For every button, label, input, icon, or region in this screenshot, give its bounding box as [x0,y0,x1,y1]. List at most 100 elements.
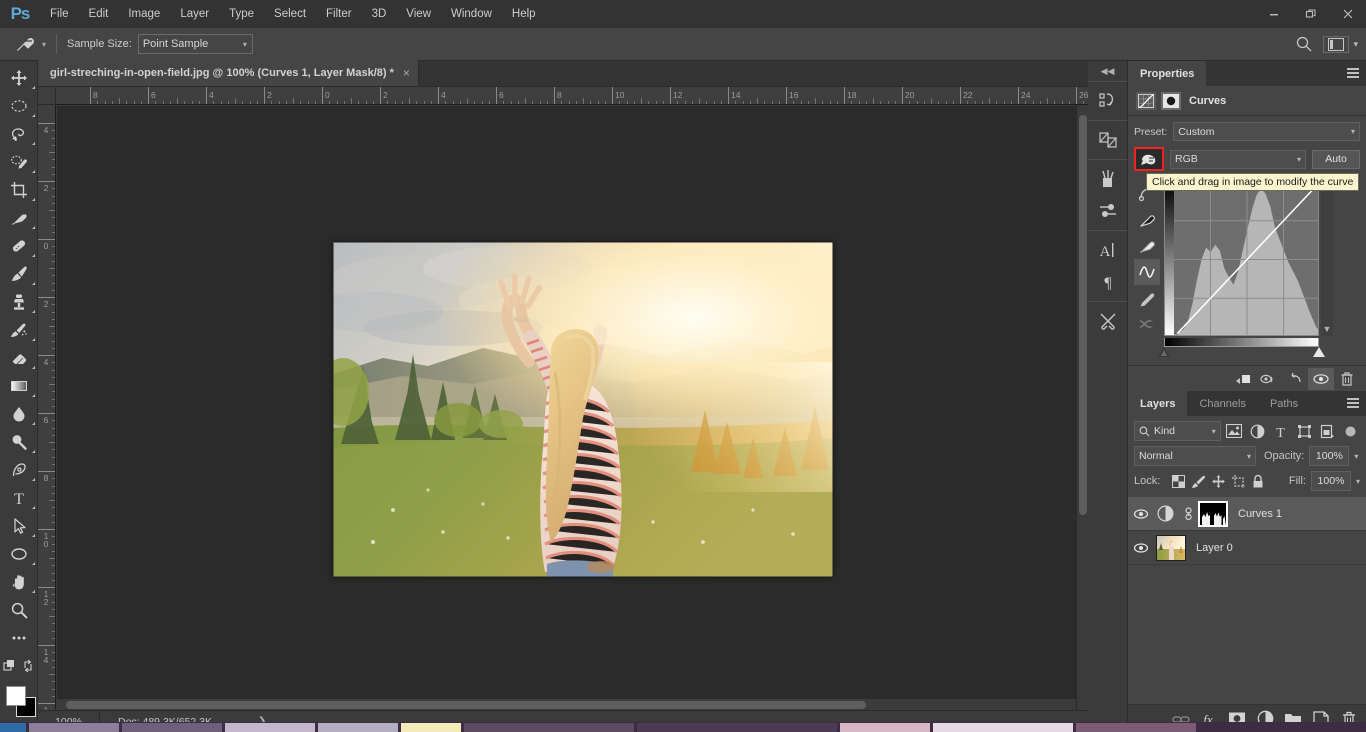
blend-mode-select[interactable]: Normal ▾ [1134,446,1256,466]
curves-adjustment-thumbnail[interactable] [1152,505,1178,522]
elliptical-marquee-tool[interactable] [0,92,38,120]
move-tool[interactable] [0,64,38,92]
canvas-vertical-scrollbar[interactable] [1076,105,1088,710]
layer-name[interactable]: Layer 0 [1196,542,1233,554]
panel-menu-icon[interactable] [1347,68,1359,78]
dodge-tool[interactable] [0,428,38,456]
brush-presets-panel-icon[interactable] [1088,163,1128,195]
quick-selection-tool[interactable] [0,148,38,176]
black-point-eyedropper[interactable] [1134,207,1160,233]
libraries-panel-icon[interactable] [1088,124,1128,156]
paragraph-panel-icon[interactable]: ¶ [1088,266,1128,298]
tool-presets-panel-icon[interactable] [1088,305,1128,337]
edit-toolbar-ellipsis-icon[interactable] [0,624,38,652]
color-swatches[interactable] [0,684,38,724]
taskbar-item[interactable] [840,722,930,732]
taskbar-start-icon[interactable] [0,722,26,732]
layer-name[interactable]: Curves 1 [1238,508,1282,520]
eyedropper-tool[interactable] [0,204,38,232]
workspace-switcher-icon[interactable] [1323,35,1350,53]
path-selection-tool[interactable] [0,512,38,540]
layer-visibility-toggle[interactable] [1130,542,1152,554]
filter-smart-objects-icon[interactable] [1318,421,1337,441]
history-brush-tool[interactable] [0,316,38,344]
curve-graph[interactable] [1164,181,1319,336]
workspace-chevron-down-icon[interactable]: ▾ [1353,39,1358,50]
scrollbar-thumb[interactable] [66,701,866,709]
lock-position-icon[interactable] [1208,471,1228,491]
toggle-layer-visibility-icon[interactable] [1308,367,1334,390]
taskbar-item[interactable] [29,722,119,732]
lock-transparent-pixels-icon[interactable] [1168,471,1188,491]
taskbar-item[interactable] [225,722,315,732]
lock-all-icon[interactable] [1248,471,1268,491]
auto-button[interactable]: Auto [1312,149,1360,169]
healing-brush-tool[interactable] [0,232,38,260]
channel-select[interactable]: RGB ▾ [1170,149,1306,169]
preset-select[interactable]: Custom ▾ [1173,122,1360,141]
tab-layers[interactable]: Layers [1128,391,1188,416]
image-canvas[interactable] [333,242,833,577]
eraser-tool[interactable] [0,344,38,372]
search-icon[interactable] [1295,35,1313,53]
document-tab[interactable]: girl-streching-in-open-field.jpg @ 100% … [38,60,419,86]
opacity-input[interactable]: 100% [1309,446,1350,466]
layer-row-curves-1[interactable]: Curves 1 [1128,497,1366,531]
layer-row-layer-0[interactable]: Layer 0 [1128,531,1366,565]
lock-image-pixels-icon[interactable] [1188,471,1208,491]
restore-icon[interactable] [1292,0,1329,28]
tab-paths[interactable]: Paths [1258,391,1310,416]
menu-image[interactable]: Image [118,0,170,28]
eyedropper-tool-icon[interactable] [10,32,40,56]
taskbar-item[interactable] [933,722,1073,732]
filter-power-toggle-icon[interactable] [1341,421,1360,441]
character-panel-icon[interactable]: A [1088,234,1128,266]
scrollbar-thumb[interactable] [1079,115,1087,515]
blur-tool[interactable] [0,400,38,428]
canvas-viewport[interactable] [57,106,1076,698]
filter-adjustment-layers-icon[interactable] [1248,421,1267,441]
delete-adjustment-icon[interactable] [1334,368,1360,390]
menu-view[interactable]: View [396,0,441,28]
mask-link-icon[interactable] [1182,506,1194,521]
filter-pixel-layers-icon[interactable] [1225,421,1244,441]
menu-help[interactable]: Help [502,0,546,28]
taskbar-item[interactable] [318,722,398,732]
taskbar-item[interactable] [401,722,461,732]
menu-layer[interactable]: Layer [170,0,219,28]
fill-chevron-down-icon[interactable]: ▾ [1356,477,1360,486]
horizontal-ruler[interactable]: 8 6 4 2 0 2 4 6 8 10 12 14 16 18 20 22 24 26 [56,87,1088,105]
opacity-chevron-down-icon[interactable]: ▾ [1354,452,1358,461]
reset-adjustment-icon[interactable] [1282,368,1308,390]
history-panel-icon[interactable] [1088,85,1128,117]
menu-3d[interactable]: 3D [362,0,397,28]
close-icon[interactable]: × [403,66,410,80]
canvas-horizontal-scrollbar[interactable] [56,698,1076,710]
type-tool[interactable]: T [0,484,38,512]
lasso-tool[interactable] [0,120,38,148]
brush-settings-panel-icon[interactable] [1088,195,1128,227]
gradient-tool[interactable] [0,372,38,400]
foreground-color-swatch[interactable] [6,686,26,706]
tool-preset-chevron-down-icon[interactable]: ▾ [42,40,46,49]
on-image-adjustment-tool[interactable] [1134,147,1164,171]
taskbar-item[interactable] [464,722,634,732]
layer-filter-kind-select[interactable]: Kind ▾ [1134,421,1221,441]
panel-menu-icon[interactable] [1347,398,1359,408]
screen-mode-and-swap-row[interactable] [0,652,38,680]
chevron-down-icon[interactable]: ▼ [1322,324,1332,334]
menu-window[interactable]: Window [441,0,502,28]
white-point-slider[interactable] [1313,347,1325,357]
edit-points-curve-tool[interactable] [1134,259,1160,285]
layer-visibility-toggle[interactable] [1130,508,1152,520]
menu-file[interactable]: File [40,0,79,28]
sample-size-select[interactable]: Point Sample ▾ [137,34,253,54]
clone-stamp-tool[interactable] [0,288,38,316]
zoom-tool[interactable] [0,596,38,624]
smooth-curve-values-tool[interactable] [1134,311,1160,337]
double-chevron-right-icon[interactable]: ◀◀ [1088,61,1127,81]
clip-to-layer-icon[interactable] [1230,368,1256,390]
lock-artboard-nesting-icon[interactable] [1228,471,1248,491]
vertical-ruler[interactable]: 420246810121416 [38,105,56,710]
pen-tool[interactable] [0,456,38,484]
